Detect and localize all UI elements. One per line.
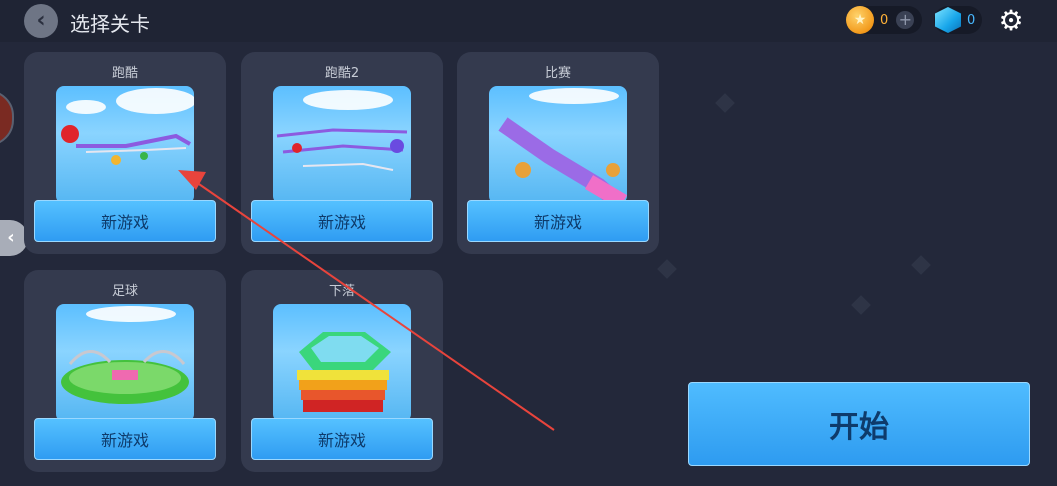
back-button[interactable]: ‹ (24, 4, 58, 38)
start-button[interactable]: 开始 (688, 382, 1030, 466)
level-card-parkour2[interactable]: 跑酷2 新游戏 (241, 52, 443, 254)
coin-icon: ★ (846, 6, 874, 34)
decor-diamond (911, 255, 931, 275)
gem-count: 0 (967, 12, 976, 28)
level-name: 足球 (111, 284, 138, 299)
new-game-button[interactable]: 新游戏 (34, 418, 216, 460)
level-thumbnail (56, 304, 194, 422)
level-card-race[interactable]: 比赛 新游戏 (457, 52, 659, 254)
coin-counter: ★ 0 + (846, 6, 922, 34)
gear-icon[interactable]: ⚙ (996, 6, 1026, 36)
chevron-left-icon: ‹ (7, 227, 15, 248)
coin-count: 0 (880, 12, 889, 28)
level-thumbnail (273, 304, 411, 422)
level-card-soccer[interactable]: 足球 新游戏 (24, 270, 226, 472)
decor-diamond (657, 259, 677, 279)
add-coins-button[interactable]: + (896, 11, 915, 29)
gem-icon (935, 7, 961, 33)
chevron-left-icon: ‹ (36, 8, 46, 33)
level-thumbnail (56, 86, 194, 204)
level-thumbnail (273, 86, 411, 204)
level-name: 下落 (328, 284, 355, 299)
level-name: 跑酷2 (324, 66, 360, 81)
new-game-button[interactable]: 新游戏 (251, 200, 433, 242)
level-name: 跑酷 (111, 66, 138, 81)
decor-diamond (851, 295, 871, 315)
page-title: 选择关卡 (70, 12, 150, 36)
new-game-button[interactable]: 新游戏 (34, 200, 216, 242)
level-card-parkour[interactable]: 跑酷 新游戏 (24, 52, 226, 254)
gem-counter: 0 (934, 6, 982, 34)
side-avatar[interactable] (0, 90, 14, 146)
new-game-button[interactable]: 新游戏 (251, 418, 433, 460)
top-bar: ‹ 选择关卡 ★ 0 + 0 ⚙ (0, 0, 1057, 42)
level-thumbnail (489, 86, 627, 204)
level-card-fall[interactable]: 下落 新游戏 (241, 270, 443, 472)
new-game-button[interactable]: 新游戏 (467, 200, 649, 242)
level-name: 比赛 (544, 66, 571, 81)
decor-diamond (715, 93, 735, 113)
